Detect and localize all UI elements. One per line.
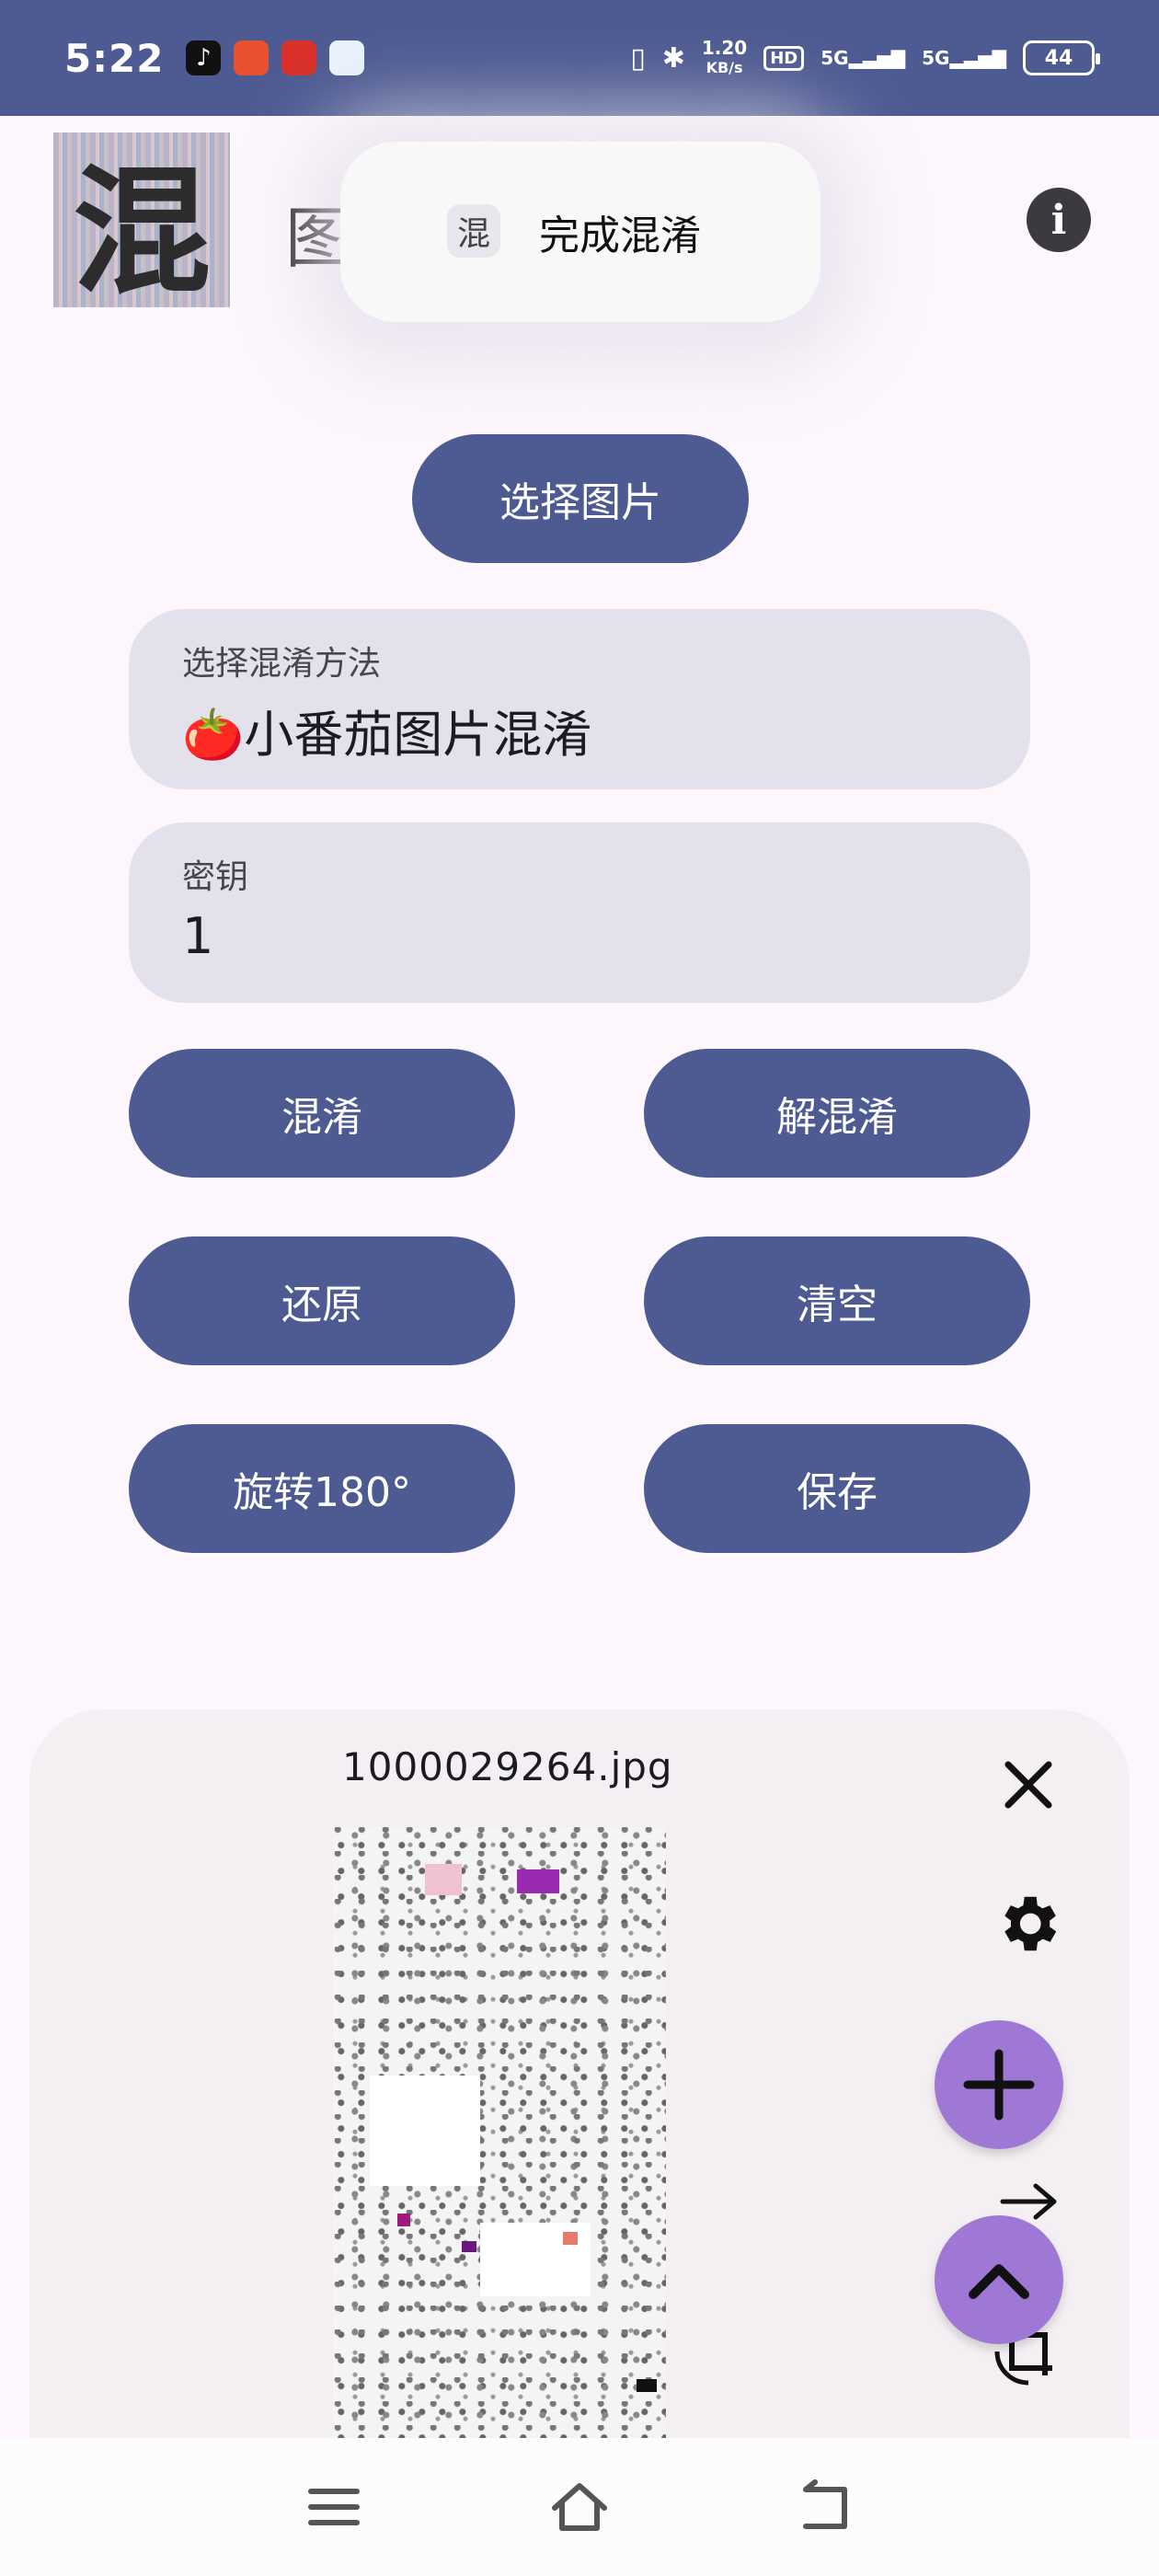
back-icon[interactable] — [793, 2475, 857, 2539]
preview-pixel-block — [563, 2232, 578, 2245]
info-icon[interactable]: i — [1027, 188, 1091, 252]
plus-icon — [963, 2049, 1035, 2121]
bluetooth-icon: ✱ — [661, 41, 685, 75]
select-image-button[interactable]: 选择图片 — [412, 434, 749, 563]
status-bar: 5:22 ♪ ▯ ✱ 1.20 KB/s HD 5G▂▃▅▇ 5G▂▃▅▇ 44 — [0, 0, 1159, 116]
net-speed-unit: KB/s — [706, 59, 743, 76]
app-icon-red-2 — [281, 40, 317, 75]
status-indicators: ▯ ✱ 1.20 KB/s HD 5G▂▃▅▇ 5G▂▃▅▇ 44 — [630, 38, 1100, 78]
hd-badge: HD — [763, 45, 805, 71]
preview-pixel-block — [637, 2379, 657, 2392]
signal-5g-1: 5G▂▃▅▇ — [820, 47, 906, 69]
gear-icon[interactable] — [992, 1888, 1063, 1960]
home-icon[interactable] — [547, 2475, 612, 2539]
toast-message: 完成混淆 — [539, 213, 701, 259]
method-select-value: 🍅小番茄图片混淆 — [182, 706, 592, 764]
preview-pixel-block — [397, 2214, 410, 2226]
menu-icon[interactable] — [302, 2475, 366, 2539]
obfuscated-image-preview — [333, 1827, 666, 2438]
rotate-button[interactable]: 旋转180° — [129, 1424, 515, 1553]
obfuscate-button[interactable]: 混淆 — [129, 1049, 515, 1178]
preview-pixel-block — [517, 1869, 559, 1893]
preview-file-name: 1000029264.jpg — [342, 1744, 673, 1789]
battery-icon: 44 — [1023, 40, 1100, 75]
preview-pixel-block — [370, 2076, 480, 2186]
key-input-label: 密钥 — [182, 858, 249, 896]
chevron-up-icon — [969, 2264, 1029, 2299]
toast-app-icon: 混 — [447, 204, 500, 258]
method-select-label: 选择混淆方法 — [182, 645, 382, 683]
vibrate-icon: ▯ — [630, 41, 646, 75]
add-fab[interactable] — [935, 2020, 1063, 2149]
preview-pixel-block — [462, 2241, 476, 2252]
key-input-value: 1 — [182, 907, 214, 965]
close-icon[interactable] — [999, 1755, 1058, 1814]
clear-button[interactable]: 清空 — [644, 1236, 1030, 1365]
status-app-icons: ♪ — [186, 40, 365, 75]
network-speed: 1.20 KB/s — [702, 38, 747, 78]
tiktok-icon: ♪ — [186, 40, 222, 75]
app-icon-blue — [329, 40, 365, 75]
app-icon-red — [234, 40, 270, 75]
net-speed-value: 1.20 — [701, 37, 748, 59]
restore-button[interactable]: 还原 — [129, 1236, 515, 1365]
system-nav-bar — [0, 2438, 1159, 2576]
app-logo: 混 — [53, 132, 230, 307]
signal-5g-2: 5G▂▃▅▇ — [922, 47, 1006, 69]
status-time: 5:22 — [64, 35, 165, 81]
save-button[interactable]: 保存 — [644, 1424, 1030, 1553]
method-select-field[interactable]: 选择混淆方法 🍅小番茄图片混淆 — [129, 609, 1030, 789]
preview-pixel-block — [425, 1864, 462, 1895]
collapse-fab[interactable] — [935, 2215, 1063, 2344]
toast: 混 完成混淆 — [340, 142, 820, 322]
key-input-field[interactable]: 密钥 1 — [129, 822, 1030, 1003]
deobfuscate-button[interactable]: 解混淆 — [644, 1049, 1030, 1178]
